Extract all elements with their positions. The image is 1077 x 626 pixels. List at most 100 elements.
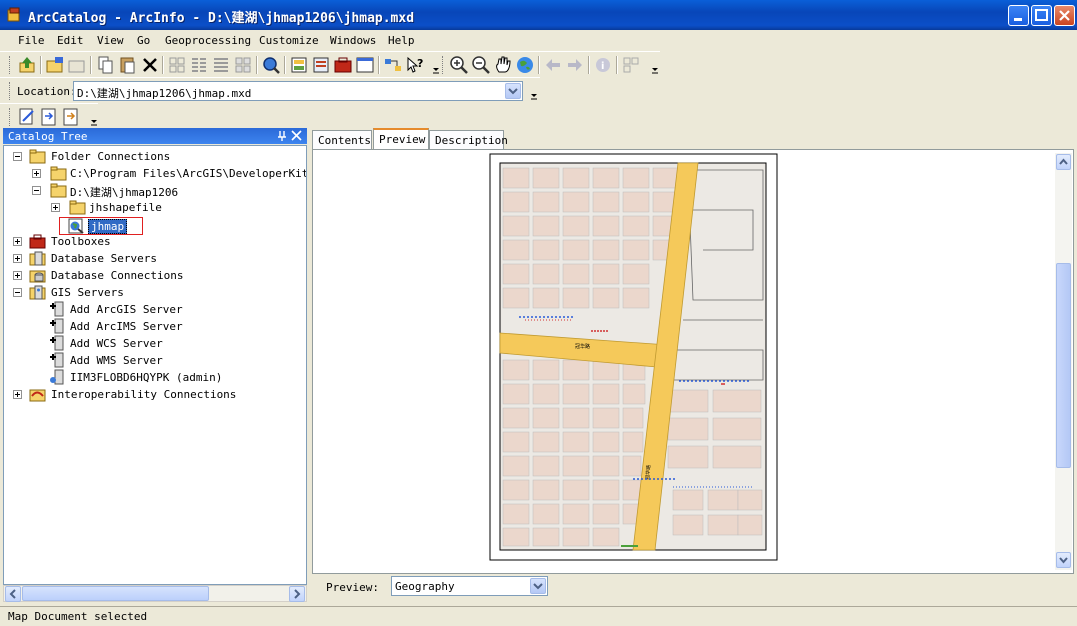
- road-label-horizontal: 冠华路: [575, 343, 590, 350]
- tree-label: Add WMS Server: [70, 354, 163, 367]
- edit-metadata-icon[interactable]: [17, 107, 37, 127]
- catalog-tree-header: Catalog Tree: [3, 128, 307, 144]
- menu-geoprocessing[interactable]: Geoprocessing: [165, 34, 251, 47]
- full-extent-icon[interactable]: [515, 55, 535, 75]
- launch-arcmap-icon[interactable]: [289, 55, 309, 75]
- preview-vertical-scrollbar[interactable]: [1055, 153, 1072, 570]
- expand-icon[interactable]: [32, 169, 41, 178]
- expand-icon[interactable]: [13, 237, 22, 246]
- python-window-icon[interactable]: [355, 55, 375, 75]
- preview-mode-select[interactable]: Geography: [391, 576, 548, 596]
- tab-description[interactable]: Description: [429, 130, 508, 149]
- scroll-down-button[interactable]: [1056, 552, 1071, 568]
- tree-add-arcgis-server[interactable]: Add ArcGIS Server: [49, 301, 249, 318]
- tree-database-servers[interactable]: Database Servers: [13, 250, 213, 267]
- tree-add-arcims-server[interactable]: Add ArcIMS Server: [49, 318, 249, 335]
- arccatalog-app-icon[interactable]: [6, 7, 22, 23]
- collapse-icon[interactable]: [32, 186, 41, 195]
- interop-icon: [29, 389, 46, 402]
- collapse-icon[interactable]: [13, 288, 22, 297]
- collapse-icon[interactable]: [13, 152, 22, 161]
- expand-icon[interactable]: [13, 254, 22, 263]
- location-overflow-icon[interactable]: [524, 81, 537, 101]
- status-bar: Map Document selected: [0, 606, 1077, 626]
- zoom-out-icon[interactable]: [471, 55, 491, 75]
- tree-interoperability-connections[interactable]: Interoperability Connections: [13, 386, 253, 403]
- menu-help[interactable]: Help: [388, 34, 415, 47]
- export-metadata-icon[interactable]: [61, 107, 81, 127]
- model-builder-icon[interactable]: [383, 55, 403, 75]
- minimize-button[interactable]: [1008, 5, 1029, 26]
- toolbar-grip[interactable]: [9, 56, 12, 74]
- copy-icon[interactable]: [96, 55, 116, 75]
- menu-windows[interactable]: Windows: [330, 34, 376, 47]
- go-back-icon[interactable]: [543, 55, 563, 75]
- tree-folder-c-program-files[interactable]: C:\Program Files\ArcGIS\DeveloperKit10.: [32, 165, 306, 182]
- tree-toolboxes[interactable]: Toolboxes: [13, 233, 213, 250]
- close-button[interactable]: [1054, 5, 1075, 26]
- pan-icon[interactable]: [493, 55, 513, 75]
- menu-go[interactable]: Go: [137, 34, 150, 47]
- folder-icon: [50, 166, 67, 181]
- connect-folder-icon[interactable]: [45, 55, 65, 75]
- pin-icon[interactable]: [277, 130, 287, 142]
- search-icon[interactable]: [261, 55, 281, 75]
- tree-gis-servers[interactable]: GIS Servers: [13, 284, 213, 301]
- paste-icon[interactable]: [118, 55, 138, 75]
- maximize-button[interactable]: [1031, 5, 1052, 26]
- tree-database-connections[interactable]: Database Connections: [13, 267, 213, 284]
- arctoolbox-icon[interactable]: [333, 55, 353, 75]
- details-view-icon[interactable]: [211, 55, 231, 75]
- tree-folder-d-jhmap1206[interactable]: D:\建湖\jhmap1206: [32, 182, 232, 199]
- tree-add-wcs-server[interactable]: Add WCS Server: [49, 335, 249, 352]
- toolbox-icon: [29, 234, 46, 249]
- toolbar-overflow-icon[interactable]: [426, 55, 439, 75]
- preview-mode-dropdown-button[interactable]: [530, 578, 546, 594]
- tree-folder-jhshapefile[interactable]: jhshapefile: [51, 199, 201, 216]
- menu-file[interactable]: File: [18, 34, 45, 47]
- tree-folder-connections[interactable]: Folder Connections: [13, 148, 293, 165]
- expand-icon[interactable]: [13, 271, 22, 280]
- tree-label: Database Connections: [51, 269, 184, 282]
- whats-this-icon[interactable]: ?: [405, 55, 425, 75]
- toolbar-overflow-icon-2[interactable]: [645, 55, 658, 75]
- catalog-tree-title: Catalog Tree: [8, 130, 88, 143]
- delete-icon[interactable]: [140, 55, 160, 75]
- map-preview[interactable]: 冠华路 冠华路: [313, 150, 1053, 573]
- identify-icon[interactable]: i: [593, 55, 613, 75]
- folder-icon: [69, 200, 86, 215]
- location-value[interactable]: D:\建湖\jhmap1206\jhmap.mxd: [77, 85, 251, 101]
- scroll-right-button[interactable]: [289, 586, 305, 602]
- tree-add-wms-server[interactable]: Add WMS Server: [49, 352, 249, 369]
- tab-contents[interactable]: Contents: [312, 130, 372, 149]
- zoom-in-icon[interactable]: [449, 55, 469, 75]
- menu-view[interactable]: View: [97, 34, 124, 47]
- create-thumbnail-icon[interactable]: [621, 55, 641, 75]
- location-dropdown-button[interactable]: [505, 83, 521, 99]
- tree-server-iim3flobd6hqypk[interactable]: IIM3FLOBD6HQYPK (admin): [49, 369, 269, 386]
- add-server-icon: [50, 335, 64, 351]
- location-combobox[interactable]: D:\建湖\jhmap1206\jhmap.mxd: [73, 81, 523, 101]
- metadata-overflow-icon[interactable]: [84, 107, 97, 127]
- thumbnails-view-icon[interactable]: [233, 55, 253, 75]
- list-view-icon[interactable]: [189, 55, 209, 75]
- tree-horizontal-scrollbar[interactable]: [3, 585, 307, 602]
- expand-icon[interactable]: [13, 390, 22, 399]
- preview-mode-bar: Preview: Geography: [312, 575, 1074, 600]
- large-icons-view-icon[interactable]: [167, 55, 187, 75]
- up-one-level-icon[interactable]: [17, 55, 37, 75]
- go-forward-icon[interactable]: [565, 55, 585, 75]
- scroll-left-button[interactable]: [5, 586, 21, 602]
- scroll-thumb[interactable]: [22, 586, 209, 601]
- menu-customize[interactable]: Customize: [259, 34, 319, 47]
- expand-icon[interactable]: [51, 203, 60, 212]
- add-server-icon: [50, 352, 64, 368]
- disconnect-folder-icon[interactable]: [67, 55, 87, 75]
- scroll-thumb[interactable]: [1056, 263, 1071, 468]
- close-panel-icon[interactable]: [291, 130, 302, 141]
- scroll-up-button[interactable]: [1056, 154, 1071, 170]
- tab-preview[interactable]: Preview: [373, 128, 429, 150]
- menu-edit[interactable]: Edit: [57, 34, 84, 47]
- import-metadata-icon[interactable]: [39, 107, 59, 127]
- catalog-window-icon[interactable]: [311, 55, 331, 75]
